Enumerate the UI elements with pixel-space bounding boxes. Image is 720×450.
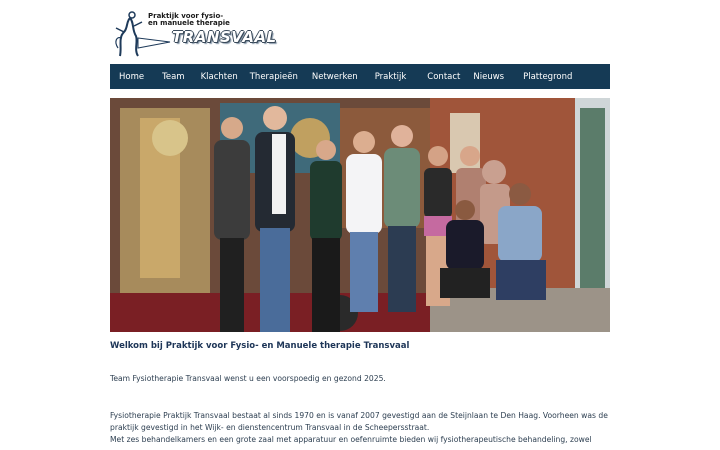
about-line: praktijk gevestigd in het Wijk- en diens…	[110, 423, 430, 432]
greeting-text: Team Fysiotherapie Transvaal wenst u een…	[110, 374, 386, 383]
nav-item-contact[interactable]: Contact	[427, 72, 460, 82]
team-photo	[110, 98, 610, 332]
nav-item-klachten[interactable]: Klachten	[201, 72, 238, 82]
nav-item-netwerken[interactable]: Netwerken	[312, 72, 358, 82]
site-logo[interactable]: Praktijk voor fysio- en manuele therapie…	[112, 8, 276, 60]
nav-item-nieuws[interactable]: Nieuws	[473, 72, 504, 82]
main-nav: Home Team Klachten Therapieën Netwerken …	[110, 64, 610, 89]
logo-tagline-2: en manuele therapie	[148, 19, 230, 27]
about-line: Fysiotherapie Praktijk Transvaal bestaat…	[110, 411, 608, 420]
nav-item-team[interactable]: Team	[162, 72, 184, 82]
welcome-heading: Welkom bij Praktijk voor Fysio- en Manue…	[110, 341, 410, 351]
nav-item-praktijk[interactable]: Praktijk	[375, 72, 407, 82]
nav-item-plattegrond[interactable]: Plattegrond	[523, 72, 572, 82]
logo-wordmark: TRANSVAAL	[172, 28, 277, 46]
nav-item-home[interactable]: Home	[119, 72, 144, 82]
about-text: Fysiotherapie Praktijk Transvaal bestaat…	[110, 410, 620, 446]
page: Praktijk voor fysio- en manuele therapie…	[0, 0, 720, 450]
about-line: Met zes behandelkamers en een grote zaal…	[110, 435, 592, 444]
nav-item-therapieen[interactable]: Therapieën	[250, 72, 298, 82]
